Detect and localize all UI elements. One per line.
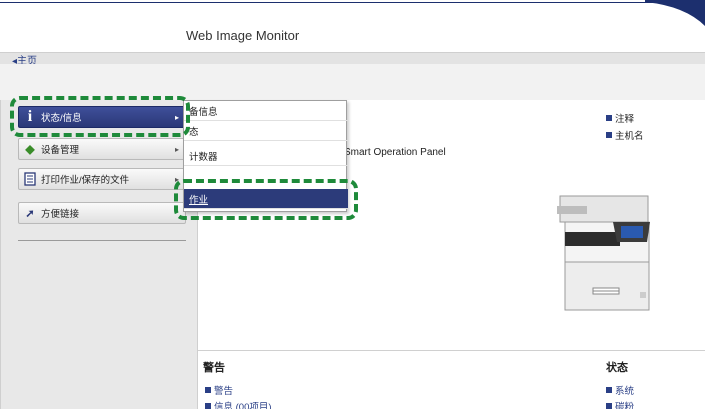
menu-item-device-info[interactable]: 备信息: [184, 101, 348, 121]
bullet-square-icon: [606, 115, 612, 121]
chevron-right-icon: ▸: [174, 144, 179, 154]
sidebar-item-label: 方便链接: [41, 209, 80, 220]
info-items-link-label: 信息 (00项目): [214, 402, 272, 409]
menu-item-counter[interactable]: 计数器: [184, 146, 348, 166]
comment-link-label: 注释: [615, 114, 635, 125]
hostname-link[interactable]: 主机名: [606, 128, 644, 142]
bullet-square-icon: [205, 403, 211, 409]
device-management-icon: ◆: [25, 142, 35, 156]
highlight-jobs: [174, 179, 358, 220]
status-heading: 状态: [606, 362, 628, 374]
bullet-square-icon: [606, 132, 612, 138]
sidebar-item-label: 设备管理: [41, 145, 80, 156]
warnings-heading: 警告: [203, 362, 225, 374]
top-banner: [0, 0, 705, 26]
sidebar-divider: [18, 240, 186, 241]
printer-image: [557, 195, 650, 311]
sidebar-item-label: 打印作业/保存的文件: [41, 175, 130, 186]
brand-swoosh-icon: [645, 0, 705, 26]
device-name: Smart Operation Panel: [344, 147, 446, 158]
bullet-square-icon: [606, 403, 612, 409]
warnings-link-label: 警告: [214, 386, 234, 397]
breadcrumb-bar: ◂主页: [0, 52, 705, 67]
toner-link-label: 碳粉: [615, 402, 635, 409]
top-banner-line: [0, 2, 705, 3]
highlight-status-info: [10, 96, 190, 137]
sidebar-item-print-jobs[interactable]: 打印作业/保存的文件 ▸: [18, 168, 186, 190]
sidebar-item-device-management[interactable]: ◆ 设备管理 ▸: [18, 138, 186, 160]
sidebar-item-convenient-links[interactable]: ➚ 方便链接: [18, 202, 186, 224]
warnings-link[interactable]: 警告: [205, 383, 233, 397]
link-arrow-icon: ➚: [25, 207, 35, 220]
document-icon: [19, 169, 41, 189]
system-link-label: 系统: [615, 386, 635, 397]
info-items-link[interactable]: 信息 (00项目): [205, 399, 272, 409]
menu-item-status[interactable]: 态: [184, 121, 348, 141]
toolbar-area: [0, 64, 705, 100]
app-title: Web Image Monitor: [186, 28, 300, 43]
system-link[interactable]: 系统: [606, 383, 634, 397]
comment-link[interactable]: 注释: [606, 111, 634, 125]
bullet-square-icon: [205, 387, 211, 393]
toner-link[interactable]: 碳粉: [606, 399, 634, 409]
sidebar: i 状态/信息 ▸ ◆ 设备管理 ▸ 打印作业/保存的文件 ▸ ➚ 方便链接: [0, 100, 197, 409]
hostname-link-label: 主机名: [615, 131, 644, 142]
bullet-square-icon: [606, 387, 612, 393]
